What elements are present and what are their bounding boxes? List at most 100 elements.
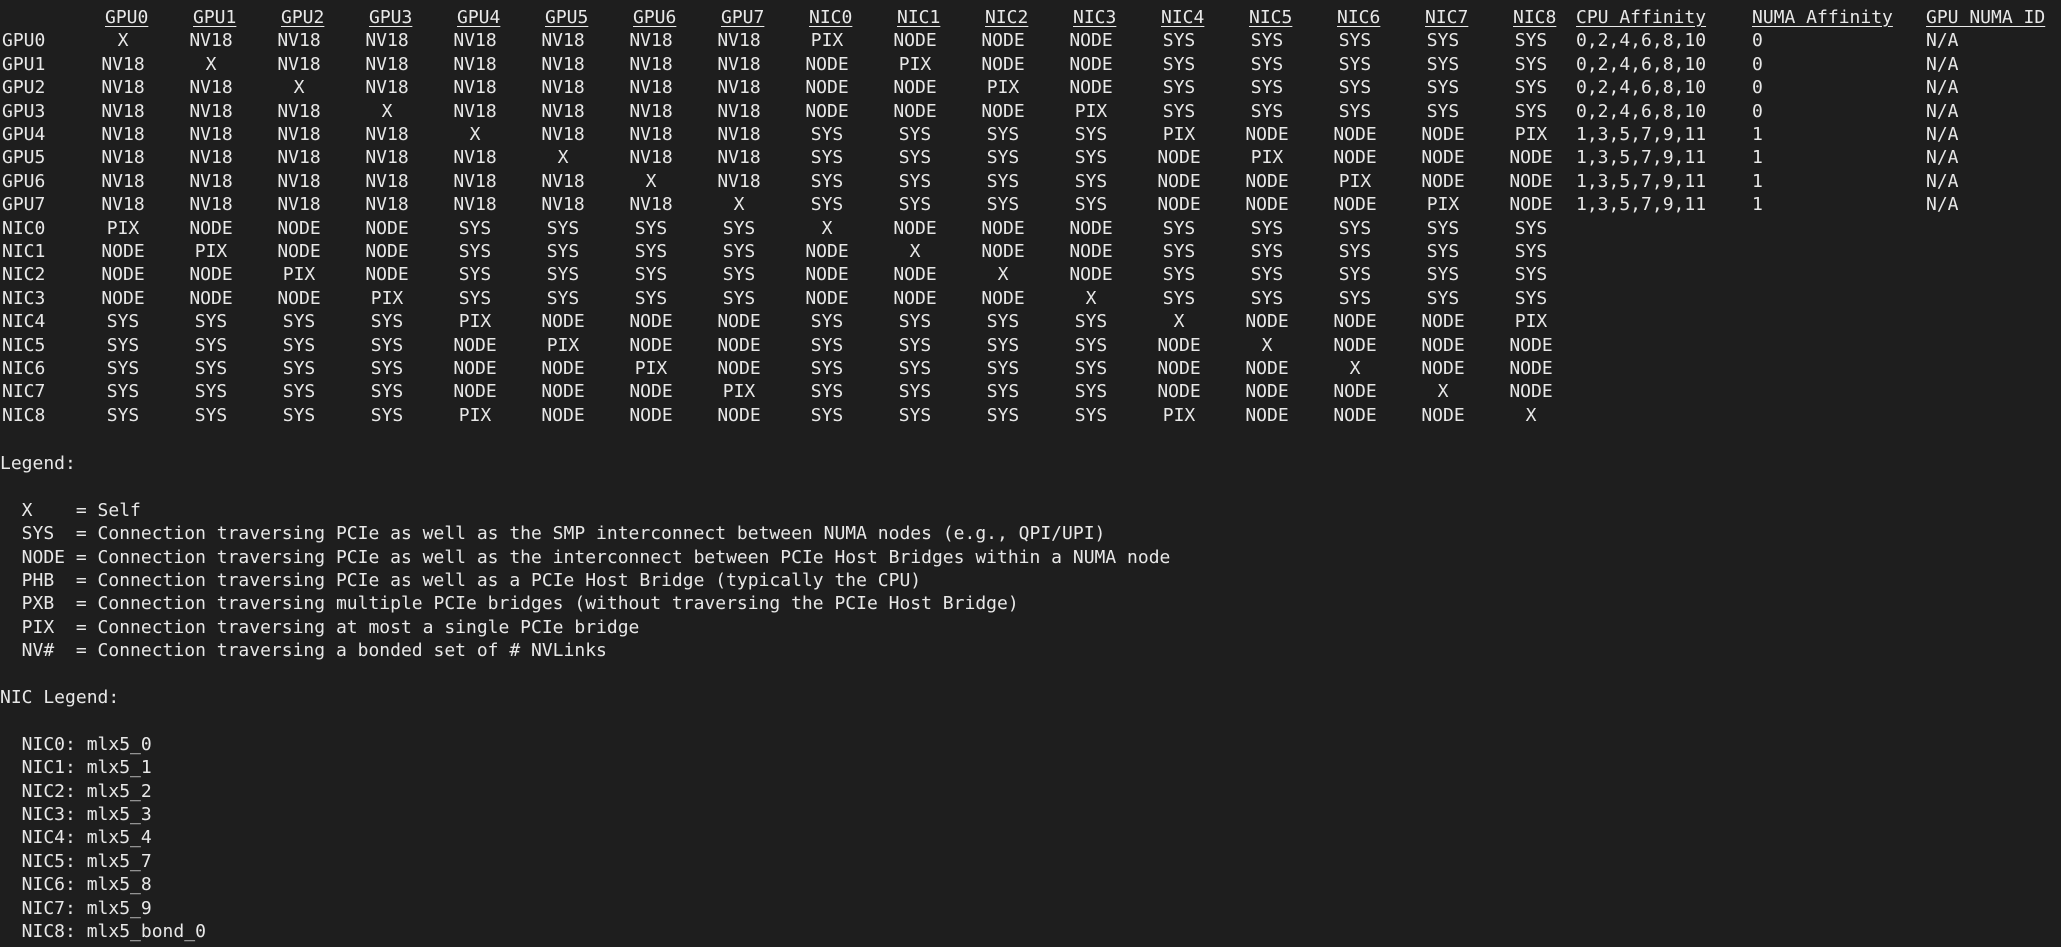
matrix-cell: SYS <box>1514 241 1548 262</box>
matrix-cell: NV18 <box>541 53 585 75</box>
matrix-cell: SYS <box>370 334 404 356</box>
matrix-cell: NODE <box>805 264 849 286</box>
matrix-cell: SYS <box>1162 241 1196 262</box>
matrix-cell: NODE <box>981 100 1025 122</box>
matrix-cell: SYS <box>810 170 844 192</box>
matrix-cell: NODE <box>1157 147 1201 169</box>
matrix-cell: SYS <box>1074 124 1108 145</box>
matrix-cell: NODE <box>1333 404 1377 426</box>
legend-title: Legend: <box>0 453 76 474</box>
column-header: GPU4 <box>457 7 501 28</box>
column-header: GPU1 <box>193 7 237 28</box>
matrix-cell: SYS <box>282 381 316 403</box>
matrix-cell: NV18 <box>629 124 673 145</box>
matrix-cell: NODE <box>1069 30 1113 52</box>
affinity-cell: N/A <box>1926 124 1959 145</box>
matrix-cell: SYS <box>986 334 1020 356</box>
row-label: NIC3 <box>2 287 46 309</box>
matrix-cell: NODE <box>1157 334 1201 356</box>
matrix-cell: SYS <box>1338 264 1372 286</box>
matrix-cell: NODE <box>893 217 937 239</box>
matrix-cell: NODE <box>629 311 673 333</box>
affinity-cell: 1 <box>1752 124 1763 145</box>
matrix-cell: X <box>733 194 745 216</box>
matrix-cell: SYS <box>282 334 316 356</box>
matrix-cell: NV18 <box>189 194 233 216</box>
row-label: GPU1 <box>2 53 46 75</box>
nic-legend-entry: NIC1: mlx5_1 <box>0 757 152 779</box>
matrix-cell: SYS <box>898 381 932 403</box>
matrix-cell: NODE <box>1421 147 1465 169</box>
matrix-cell: SYS <box>1514 100 1548 122</box>
matrix-cell: SYS <box>1338 287 1372 309</box>
matrix-cell: SYS <box>810 124 844 145</box>
matrix-cell: NODE <box>101 264 145 286</box>
row-label: GPU0 <box>2 30 46 52</box>
terminal-window: GPU0 GPU1 GPU2 GPU3 GPU4 GPU5 GPU6 GPU7 NIC0 NIC1… <box>0 0 2061 947</box>
matrix-cell: X <box>1261 334 1273 356</box>
matrix-cell: SYS <box>986 381 1020 403</box>
row-label: GPU7 <box>2 194 46 216</box>
matrix-cell: NODE <box>1245 194 1289 216</box>
matrix-cell: NODE <box>1509 147 1553 169</box>
matrix-cell: NODE <box>365 264 409 286</box>
matrix-cell: SYS <box>370 404 404 426</box>
matrix-cell: SYS <box>1162 264 1196 286</box>
matrix-cell: NODE <box>893 264 937 286</box>
matrix-cell: NODE <box>1421 404 1465 426</box>
matrix-cell: SYS <box>986 147 1020 169</box>
column-header: GPU3 <box>369 7 413 28</box>
matrix-cell: SYS <box>458 241 492 262</box>
affinity-cell: 0 <box>1752 77 1763 99</box>
matrix-cell: NODE <box>981 53 1025 75</box>
matrix-row: NIC0 PIX NODE NODE NODE SYS SYS SYS SYS X NODE NODE… <box>0 217 2061 240</box>
matrix-cell: NV18 <box>365 124 409 145</box>
matrix-cell: X <box>1173 311 1185 333</box>
affinity-cell: 1,3,5,7,9,11 <box>1576 194 1707 216</box>
matrix-cell: SYS <box>986 170 1020 192</box>
matrix-cell: NODE <box>1069 264 1113 286</box>
matrix-cell: SYS <box>194 404 228 426</box>
matrix-cell: SYS <box>1338 241 1372 262</box>
matrix-cell: SYS <box>370 311 404 333</box>
legend-entry: PHB = Connection traversing PCIe as well… <box>0 570 922 591</box>
matrix-cell: NV18 <box>365 77 409 99</box>
matrix-cell: NV18 <box>101 124 145 145</box>
matrix-cell: NODE <box>717 404 761 426</box>
matrix-cell: NODE <box>277 217 321 239</box>
matrix-cell: SYS <box>1250 287 1284 309</box>
matrix-cell: NV18 <box>365 147 409 169</box>
matrix-row: NIC1 NODE PIX NODE NODE SYS SYS SYS SYS NODE X NODE… <box>0 240 2061 263</box>
matrix-cell: NV18 <box>101 194 145 216</box>
matrix-cell: PIX <box>986 77 1020 99</box>
matrix-cell: SYS <box>1250 53 1284 75</box>
matrix-cell: NODE <box>805 100 849 122</box>
matrix-cell: SYS <box>1514 77 1548 99</box>
matrix-cell: NV18 <box>365 30 409 52</box>
legend-entry: PXB = Connection traversing multiple PCI… <box>0 593 1019 615</box>
matrix-cell: NODE <box>1157 194 1201 216</box>
matrix-cell: SYS <box>194 311 228 333</box>
nic-legend-entry: NIC4: mlx5_4 <box>0 827 152 849</box>
matrix-cell: PIX <box>370 287 404 309</box>
matrix-cell: NODE <box>277 287 321 309</box>
matrix-cell: SYS <box>106 404 140 426</box>
matrix-cell: SYS <box>282 404 316 426</box>
matrix-cell: X <box>557 147 569 169</box>
matrix-cell: SYS <box>1250 30 1284 52</box>
matrix-cell: SYS <box>1074 381 1108 403</box>
matrix-cell: NV18 <box>453 30 497 52</box>
column-header: NIC4 <box>1161 7 1205 28</box>
matrix-cell: PIX <box>106 217 140 239</box>
matrix-cell: SYS <box>370 381 404 403</box>
nic-legend-entry: NIC8: mlx5_bond_0 <box>0 921 206 942</box>
matrix-cell: SYS <box>282 358 316 379</box>
matrix-cell: NODE <box>805 77 849 99</box>
matrix-cell: SYS <box>1426 30 1460 52</box>
affinity-cell: N/A <box>1926 77 1959 99</box>
matrix-cell: NODE <box>717 334 761 356</box>
row-label: NIC5 <box>2 334 46 356</box>
matrix-cell: PIX <box>546 334 580 356</box>
matrix-row: GPU4 NV18 NV18 NV18 NV18 X NV18 NV18 NV18 SYS SYS S… <box>0 123 2061 146</box>
matrix-cell: X <box>117 30 129 52</box>
